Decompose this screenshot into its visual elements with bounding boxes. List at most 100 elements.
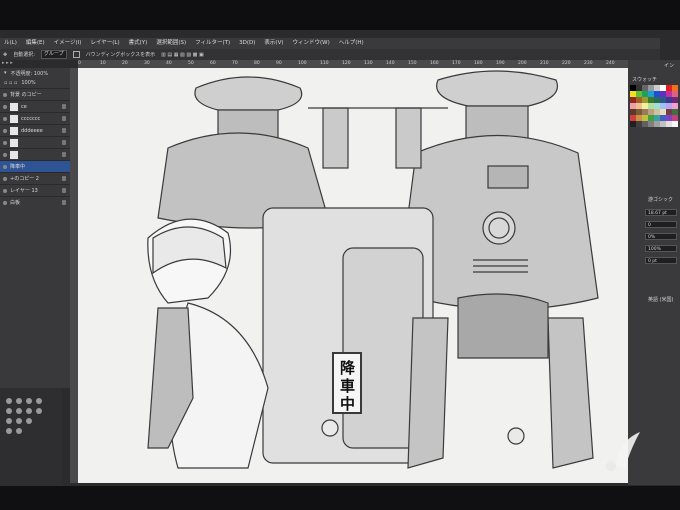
opacity-field[interactable]: 不透明度: 100%: [11, 70, 49, 77]
menu-item-window[interactable]: ウィンドウ(W): [292, 38, 329, 49]
brush-preset[interactable]: [16, 398, 22, 404]
brush-preset[interactable]: [26, 408, 32, 414]
brush-preset[interactable]: [36, 408, 42, 414]
bbox-checkbox[interactable]: [72, 51, 80, 58]
visibility-eye-icon[interactable]: [3, 104, 7, 109]
layer-row[interactable]: ce: [0, 100, 70, 112]
layer-row-selected[interactable]: 降車中: [0, 160, 70, 172]
layer-name: 背景 のコピー: [10, 92, 42, 98]
lock-icon: [62, 176, 66, 181]
layer-row[interactable]: 白板: [0, 196, 70, 208]
layer-name: ce: [21, 103, 27, 110]
layers-blend-row: ▾ 不透明度: 100%: [0, 68, 70, 78]
scale-field[interactable]: 100%: [645, 245, 677, 252]
lock-icon: [62, 128, 66, 133]
brush-preset[interactable]: [6, 398, 12, 404]
menu-item-type[interactable]: 書式(Y): [129, 38, 148, 49]
menu-item-help[interactable]: ヘルプ(H): [339, 38, 364, 49]
menu-item-filter[interactable]: フィルター(T): [195, 38, 230, 49]
layer-row[interactable]: [0, 148, 70, 160]
language-dropdown[interactable]: 英語 (米国): [648, 296, 674, 303]
font-size-field[interactable]: 18.67 pt: [645, 209, 677, 216]
fill-field[interactable]: 100%: [21, 80, 35, 86]
panel-tabs[interactable]: ▸ ▸ ▸: [2, 60, 62, 68]
layer-row[interactable]: レイヤー 13: [0, 184, 70, 196]
layer-row[interactable]: [0, 136, 70, 148]
lock-icon: [62, 116, 66, 121]
font-family-dropdown[interactable]: 游ゴシック: [648, 196, 673, 203]
brush-preset[interactable]: [16, 408, 22, 414]
document-canvas[interactable]: 降 車 中: [78, 68, 631, 483]
layer-row[interactable]: ccccccc: [0, 112, 70, 124]
lock-icons[interactable]: ▫ ▫ ▫: [4, 80, 17, 86]
visibility-eye-icon[interactable]: [3, 92, 7, 97]
horizontal-ruler: 0 10 20 30 40 50 60 70 80 90 100 110 120 130 140 150 160…: [78, 60, 633, 68]
brush-preset[interactable]: [16, 428, 22, 434]
visibility-eye-icon[interactable]: [3, 116, 7, 121]
ruler-tick-label: 240: [606, 61, 615, 66]
ruler-tick-label: 170: [452, 61, 461, 66]
move-tool-icon[interactable]: ✥: [3, 52, 7, 58]
layer-thumbnail: [10, 138, 18, 147]
autoselect-dropdown[interactable]: グループ: [40, 50, 67, 59]
menu-item-3d[interactable]: 3D(D): [239, 38, 255, 49]
layer-name: 白板: [10, 200, 21, 206]
brush-preset[interactable]: [16, 418, 22, 424]
brush-preset[interactable]: [36, 398, 42, 404]
menu-item-select[interactable]: 選択範囲(S): [156, 38, 186, 49]
visibility-eye-icon[interactable]: [3, 128, 7, 133]
ruler-tick-label: 210: [540, 61, 549, 66]
layer-name: dddeeee: [21, 127, 43, 134]
brush-preset[interactable]: [6, 428, 12, 434]
ruler-tick-label: 220: [562, 61, 571, 66]
visibility-eye-icon[interactable]: [3, 140, 7, 145]
layer-row[interactable]: 背景 のコピー: [0, 88, 70, 100]
lock-icon: [62, 140, 66, 145]
ruler-tick-label: 20: [122, 61, 128, 66]
brush-preset[interactable]: [26, 418, 32, 424]
ruler-tick-label: 70: [232, 61, 238, 66]
layer-name: 降車中: [10, 164, 26, 170]
manga-illustration: 降 車 中: [147, 70, 599, 469]
visibility-eye-icon[interactable]: [3, 164, 7, 169]
menu-item-image[interactable]: イメージ(I): [54, 38, 82, 49]
visibility-eye-icon[interactable]: [3, 188, 7, 193]
layer-row[interactable]: dddeeee: [0, 124, 70, 136]
options-bar: ✥ 自動選択: グループ バウンディングボックスを表示 ▥ ▤ ▦ ▧ ▨ ▩ …: [0, 49, 660, 60]
ruler-tick-label: 160: [430, 61, 439, 66]
brush-preset[interactable]: [26, 398, 32, 404]
visibility-eye-icon[interactable]: [3, 200, 7, 205]
layer-name: ccccccc: [21, 115, 41, 122]
panel-tab-top[interactable]: イン: [664, 62, 674, 69]
visibility-eye-icon[interactable]: [3, 176, 7, 181]
color-swatch[interactable]: [672, 121, 678, 127]
ruler-tick-label: 230: [584, 61, 593, 66]
baseline-field[interactable]: 0 pt: [645, 257, 677, 264]
menu-item-edit[interactable]: 編集(E): [26, 38, 45, 49]
screen-reflection: [606, 432, 640, 471]
lock-icon: [62, 188, 66, 193]
layer-row[interactable]: +のコピー 2: [0, 172, 70, 184]
leading-field[interactable]: 0: [645, 221, 677, 228]
menu-item-file[interactable]: ル(L): [4, 38, 17, 49]
ruler-tick-label: 110: [320, 61, 329, 66]
menu-bar: ル(L) 編集(E) イメージ(I) レイヤー(L) 書式(Y) 選択範囲(S)…: [0, 38, 660, 49]
ruler-tick-label: 60: [210, 61, 216, 66]
menu-item-layer[interactable]: レイヤー(L): [90, 38, 119, 49]
align-icons[interactable]: ▥ ▤ ▦ ▧ ▨ ▩ ▣: [161, 52, 204, 58]
tracking-field[interactable]: 0%: [645, 233, 677, 240]
swatches-header[interactable]: スウォッチ: [632, 76, 657, 83]
ruler-tick-label: 100: [298, 61, 307, 66]
bbox-label: バウンディングボックスを表示: [85, 52, 156, 58]
lock-icon: [62, 200, 66, 205]
ruler-tick-label: 120: [342, 61, 351, 66]
brush-preset[interactable]: [6, 408, 12, 414]
ruler-tick-label: 130: [364, 61, 373, 66]
vertical-ruler: [70, 68, 78, 483]
ruler-tick-label: 50: [188, 61, 194, 66]
menu-item-view[interactable]: 表示(V): [264, 38, 283, 49]
visibility-eye-icon[interactable]: [3, 152, 7, 157]
brush-preset[interactable]: [6, 418, 12, 424]
blend-mode-dropdown[interactable]: ▾: [4, 70, 7, 76]
lock-icon: [62, 104, 66, 109]
